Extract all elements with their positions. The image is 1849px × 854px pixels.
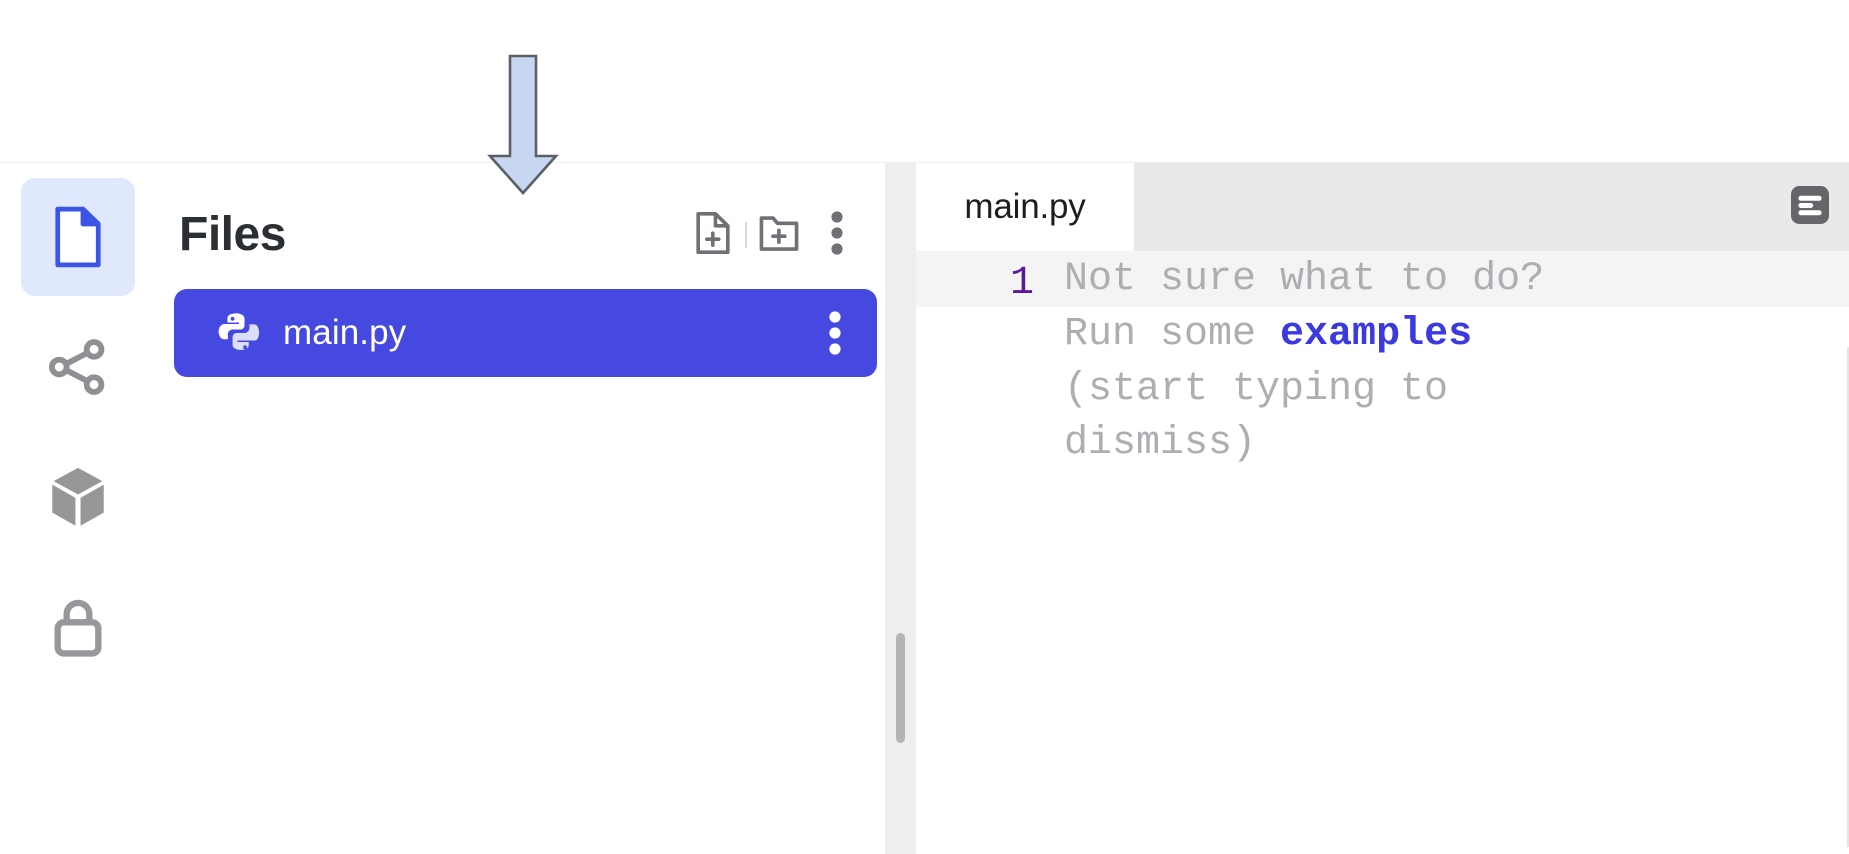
file-document-icon xyxy=(51,205,105,269)
pane-options-button[interactable] xyxy=(1775,163,1845,251)
screen: Files main.py main.py 1 Not sure what to… xyxy=(0,0,1849,854)
sidebar-item-files[interactable] xyxy=(21,178,135,296)
left-icon-rail xyxy=(0,163,156,854)
file-list: main.py xyxy=(156,289,886,377)
files-panel: Files main.py xyxy=(156,163,886,854)
pane-gutter xyxy=(886,163,916,854)
files-panel-title: Files xyxy=(179,208,286,261)
sidebar-item-git[interactable] xyxy=(21,308,135,426)
files-panel-actions xyxy=(684,206,866,264)
files-panel-header: Files xyxy=(156,187,886,283)
pane-options-icon xyxy=(1786,181,1834,234)
line-number-gutter: 1 xyxy=(916,251,1056,854)
file-item-more-options-button[interactable] xyxy=(815,308,855,358)
line-number: 1 xyxy=(1009,261,1034,306)
new-file-icon xyxy=(694,211,732,260)
page-background-top xyxy=(0,0,1849,162)
new-folder-button[interactable] xyxy=(750,206,808,264)
ide-window: Files main.py main.py 1 Not sure what to… xyxy=(0,162,1849,854)
editor-placeholder-text: Not sure what to do? Run some examples (… xyxy=(1064,253,1849,472)
examples-link[interactable]: examples xyxy=(1280,312,1472,357)
more-vertical-icon xyxy=(831,210,843,260)
tab-bar-right-actions xyxy=(1775,163,1849,251)
pane-gutter-fill xyxy=(886,163,916,854)
tab-bar-spacer xyxy=(1134,163,1775,251)
new-folder-icon xyxy=(758,212,800,259)
sidebar-item-secrets[interactable] xyxy=(21,568,135,686)
lock-icon xyxy=(52,596,104,658)
new-file-button[interactable] xyxy=(684,206,742,264)
actions-divider xyxy=(745,222,747,248)
share-nodes-icon xyxy=(49,339,107,395)
editor-pane: main.py 1 Not sure what to do? Run some … xyxy=(886,163,1849,854)
files-more-options-button[interactable] xyxy=(808,206,866,264)
placeholder-text-after: (start typing to dismiss) xyxy=(1064,366,1449,467)
python-icon xyxy=(217,311,261,355)
code-editor-area[interactable]: 1 Not sure what to do? Run some examples… xyxy=(916,251,1849,854)
pane-resize-handle[interactable] xyxy=(896,633,905,743)
file-list-item-main-py[interactable]: main.py xyxy=(174,289,877,377)
tab-label: main.py xyxy=(964,187,1086,226)
tab-main-py[interactable]: main.py xyxy=(916,163,1134,251)
sidebar-item-packages[interactable] xyxy=(21,438,135,556)
file-list-item-label: main.py xyxy=(283,313,407,352)
editor-tab-bar: main.py xyxy=(916,163,1849,251)
editor-inner: main.py 1 Not sure what to do? Run some … xyxy=(916,163,1849,854)
package-cube-icon xyxy=(50,466,106,528)
